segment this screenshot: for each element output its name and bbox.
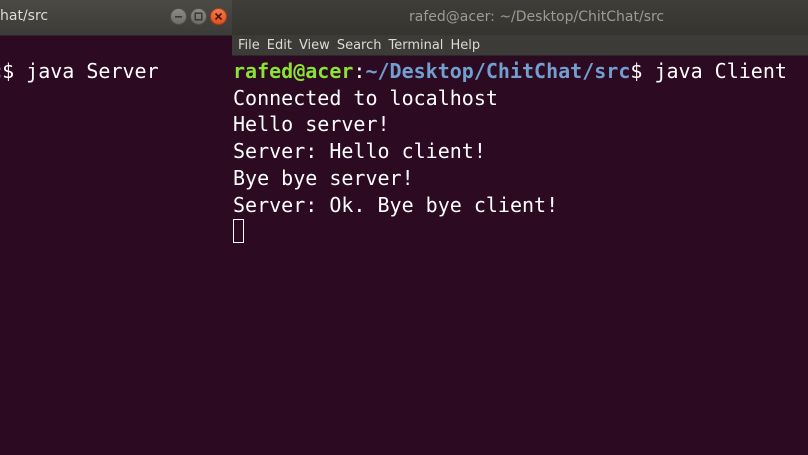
menu-view[interactable]: View (299, 38, 337, 53)
output-line: Server: Hello client! (233, 139, 486, 164)
menu-search[interactable]: Search (337, 38, 389, 53)
desktop: hat/src rc$ java Server rafed@acer: ~/De… (0, 0, 808, 455)
left-terminal-output[interactable]: rc$ java Server (0, 58, 159, 85)
menu-help[interactable]: Help (450, 38, 487, 53)
prompt-symbol: $ (630, 59, 643, 83)
menu-edit[interactable]: Edit (267, 38, 299, 53)
terminal-menubar: File Edit View Search Terminal Help (232, 35, 808, 56)
left-command: java Server (14, 59, 159, 83)
output-line: Server: Ok. Bye bye client! (233, 192, 559, 217)
output-line: Bye bye server! (233, 165, 414, 190)
menu-terminal[interactable]: Terminal (388, 38, 450, 53)
text-cursor (233, 219, 244, 244)
left-window-titlebar[interactable]: hat/src (0, 0, 232, 36)
left-window-title: hat/src (0, 8, 49, 24)
left-prompt-symbol: $ (2, 59, 15, 83)
right-terminal-output[interactable]: rafed@acer:~/Desktop/ChitChat/src$ java … (233, 58, 787, 245)
left-window-controls (170, 8, 227, 25)
prompt-separator: : (353, 59, 366, 83)
client-command: java Client (642, 59, 787, 83)
maximize-icon[interactable] (190, 8, 207, 25)
minimize-icon[interactable] (170, 8, 187, 25)
right-window-title: rafed@acer: ~/Desktop/ChitChat/src (409, 9, 665, 25)
prompt-user: rafed@acer (233, 59, 354, 83)
output-line: Connected to localhost (233, 85, 498, 110)
menu-file[interactable]: File (238, 38, 267, 53)
close-icon[interactable] (210, 8, 227, 25)
right-window-titlebar[interactable]: rafed@acer: ~/Desktop/ChitChat/src (232, 0, 808, 35)
prompt-path: ~/Desktop/ChitChat/src (365, 59, 631, 83)
output-line: Hello server! (233, 112, 390, 137)
